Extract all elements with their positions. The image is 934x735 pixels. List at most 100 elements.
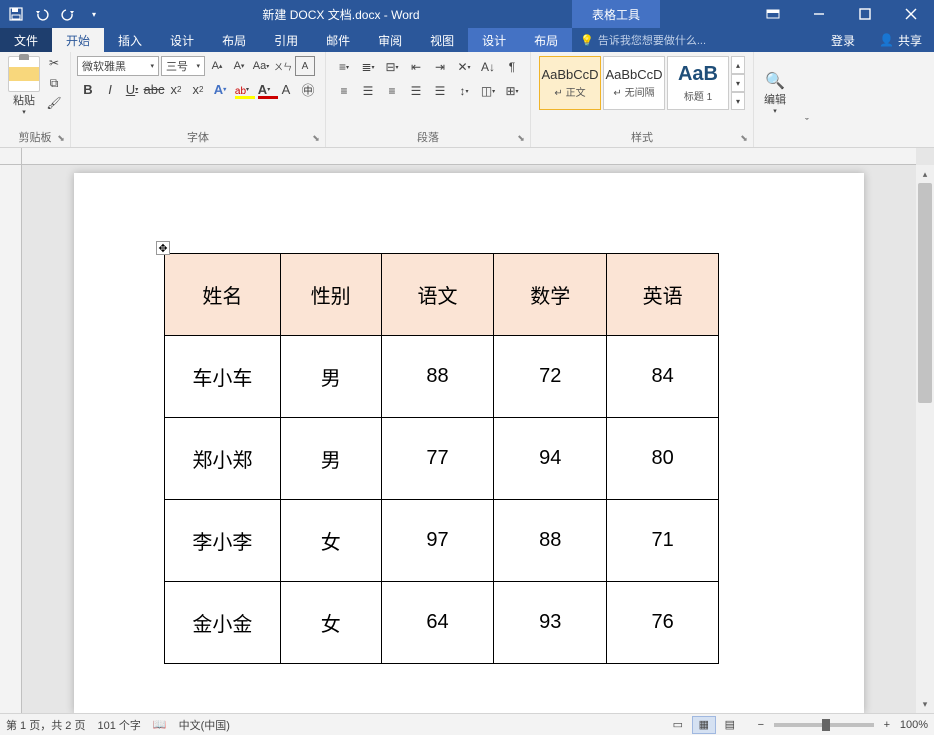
scroll-track[interactable] <box>916 183 934 695</box>
align-center-button[interactable]: ☰ <box>356 80 380 102</box>
shading-button[interactable]: ◫▾ <box>476 80 500 102</box>
qat-customize-icon[interactable]: ▾ <box>82 2 106 26</box>
tab-design[interactable]: 设计 <box>156 28 208 52</box>
cut-button[interactable]: ✂ <box>44 54 64 72</box>
change-case-button[interactable]: Aa▾ <box>251 56 271 76</box>
share-button[interactable]: 👤 共享 <box>867 28 934 52</box>
ribbon-options-icon[interactable] <box>750 0 796 28</box>
web-layout-button[interactable]: ▤ <box>718 716 742 734</box>
format-painter-button[interactable]: 🖌 <box>44 94 64 112</box>
table-cell[interactable]: 93 <box>494 582 607 664</box>
scroll-thumb[interactable] <box>918 183 932 403</box>
table-cell[interactable]: 76 <box>607 582 719 664</box>
table-cell[interactable]: 金小金 <box>165 582 281 664</box>
multilevel-list-button[interactable]: ⊟▾ <box>380 56 404 78</box>
table-cell[interactable]: 男 <box>280 418 381 500</box>
tab-file[interactable]: 文件 <box>0 28 52 52</box>
text-effects-button[interactable]: A▾ <box>209 78 231 100</box>
table-cell[interactable]: 女 <box>280 500 381 582</box>
redo-icon[interactable] <box>56 2 80 26</box>
table-header-cell[interactable]: 英语 <box>607 254 719 336</box>
underline-button[interactable]: U▾ <box>121 78 143 100</box>
style-heading1[interactable]: AaB 标题 1 <box>667 56 729 110</box>
styles-scroll-down[interactable]: ▾ <box>731 74 745 92</box>
decrease-indent-button[interactable]: ⇤ <box>404 56 428 78</box>
table-cell[interactable]: 64 <box>381 582 494 664</box>
zoom-in-button[interactable]: + <box>880 718 894 732</box>
undo-icon[interactable] <box>30 2 54 26</box>
tab-table-design[interactable]: 设计 <box>468 28 520 52</box>
style-normal[interactable]: AaBbCcD ↵ 正文 <box>539 56 601 110</box>
table-header-cell[interactable]: 数学 <box>494 254 607 336</box>
increase-indent-button[interactable]: ⇥ <box>428 56 452 78</box>
spell-check-icon[interactable]: 📖 <box>153 718 167 731</box>
align-right-button[interactable]: ≡ <box>380 80 404 102</box>
tell-me-search[interactable]: 💡 告诉我您想要做什么... <box>572 28 819 52</box>
character-border-button[interactable]: A <box>295 56 315 76</box>
clipboard-dialog-launcher[interactable]: ⬊ <box>54 131 68 145</box>
font-name-select[interactable]: 微软雅黑▾ <box>77 56 159 76</box>
tab-home[interactable]: 开始 <box>52 28 104 52</box>
table-header-cell[interactable]: 姓名 <box>165 254 281 336</box>
table-move-handle[interactable]: ✥ <box>156 241 170 255</box>
table-cell[interactable]: 车小车 <box>165 336 281 418</box>
vertical-scrollbar[interactable]: ▴ ▾ <box>916 165 934 713</box>
zoom-out-button[interactable]: − <box>754 718 768 732</box>
line-spacing-button[interactable]: ↕▾ <box>452 80 476 102</box>
scroll-down-button[interactable]: ▾ <box>916 695 934 713</box>
copy-button[interactable]: ⧉ <box>44 74 64 92</box>
phonetic-guide-button[interactable]: ㄨㄣ <box>273 56 293 76</box>
tab-table-layout[interactable]: 布局 <box>520 28 572 52</box>
word-count[interactable]: 101 个字 <box>97 717 140 733</box>
table-cell[interactable]: 94 <box>494 418 607 500</box>
signin-button[interactable]: 登录 <box>819 28 867 52</box>
zoom-slider-knob[interactable] <box>822 719 830 731</box>
table-cell[interactable]: 72 <box>494 336 607 418</box>
paste-button[interactable]: 粘贴 ▾ <box>6 54 42 118</box>
print-layout-button[interactable]: ▦ <box>692 716 716 734</box>
document-page[interactable]: ✥ 姓名 性别 语文 数学 英语 车小车男887284郑小郑男779480李小李… <box>74 173 864 713</box>
table-cell[interactable]: 77 <box>381 418 494 500</box>
read-mode-button[interactable]: ▭ <box>666 716 690 734</box>
minimize-icon[interactable] <box>796 0 842 28</box>
font-size-select[interactable]: 三号▾ <box>161 56 205 76</box>
table-header-cell[interactable]: 性别 <box>280 254 381 336</box>
tab-view[interactable]: 视图 <box>416 28 468 52</box>
borders-button[interactable]: ⊞▾ <box>500 80 524 102</box>
shrink-font-button[interactable]: A▾ <box>229 56 249 76</box>
numbering-button[interactable]: ≣▾ <box>356 56 380 78</box>
vertical-ruler[interactable] <box>0 165 22 713</box>
save-icon[interactable] <box>4 2 28 26</box>
table-cell[interactable]: 97 <box>381 500 494 582</box>
tab-layout[interactable]: 布局 <box>208 28 260 52</box>
zoom-slider[interactable] <box>774 723 874 727</box>
zoom-level[interactable]: 100% <box>900 719 928 731</box>
horizontal-ruler[interactable] <box>22 148 916 165</box>
scroll-up-button[interactable]: ▴ <box>916 165 934 183</box>
styles-expand[interactable]: ▾ <box>731 92 745 110</box>
table-cell[interactable]: 80 <box>607 418 719 500</box>
highlight-button[interactable]: ab▾ <box>231 78 253 100</box>
tab-insert[interactable]: 插入 <box>104 28 156 52</box>
page-count[interactable]: 第 1 页，共 2 页 <box>6 717 85 733</box>
table-cell[interactable]: 88 <box>494 500 607 582</box>
strikethrough-button[interactable]: abc <box>143 78 165 100</box>
style-no-spacing[interactable]: AaBbCcD ↵ 无间隔 <box>603 56 665 110</box>
justify-button[interactable]: ☰ <box>404 80 428 102</box>
align-left-button[interactable]: ≡ <box>332 80 356 102</box>
styles-scroll-up[interactable]: ▴ <box>731 56 745 74</box>
language-status[interactable]: 中文(中国) <box>179 717 230 733</box>
font-dialog-launcher[interactable]: ⬊ <box>309 131 323 145</box>
maximize-icon[interactable] <box>842 0 888 28</box>
table-cell[interactable]: 李小李 <box>165 500 281 582</box>
text-direction-button[interactable]: ✕▾ <box>452 56 476 78</box>
student-table[interactable]: 姓名 性别 语文 数学 英语 车小车男887284郑小郑男779480李小李女9… <box>164 253 719 664</box>
table-cell[interactable]: 88 <box>381 336 494 418</box>
bold-button[interactable]: B <box>77 78 99 100</box>
subscript-button[interactable]: x2 <box>165 78 187 100</box>
close-icon[interactable] <box>888 0 934 28</box>
paragraph-dialog-launcher[interactable]: ⬊ <box>514 131 528 145</box>
table-cell[interactable]: 郑小郑 <box>165 418 281 500</box>
grow-font-button[interactable]: A▴ <box>207 56 227 76</box>
table-header-cell[interactable]: 语文 <box>381 254 494 336</box>
